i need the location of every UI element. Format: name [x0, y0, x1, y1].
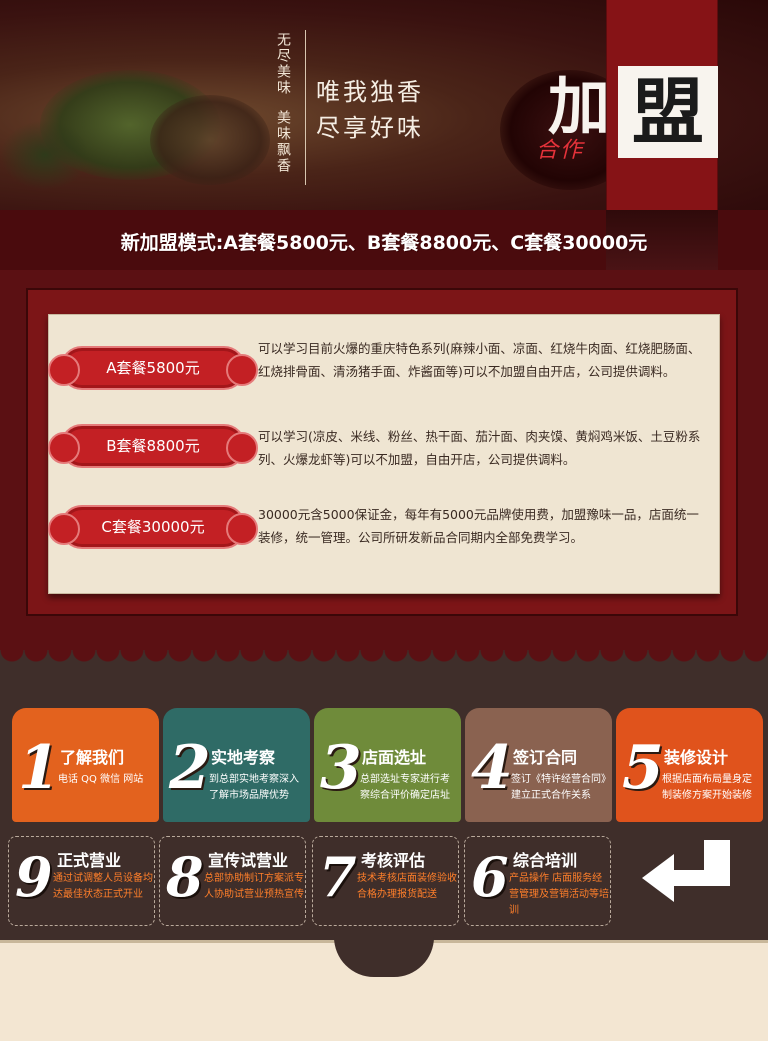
step-5-desc: 根据店面布局量身定制装修方案开始装修: [662, 774, 752, 801]
step-2-desc: 到总部实地考察深入了解市场品牌优势: [209, 774, 299, 801]
package-a-label: A套餐5800元: [106, 359, 200, 377]
step-4-desc: 签订《特许经营合同》建立正式合作关系: [511, 774, 606, 801]
logo-meng: 盟: [618, 66, 718, 158]
step-7-number: 7: [319, 845, 357, 909]
step-2-card: 2 实地考察 到总部实地考察深入了解市场品牌优势: [163, 708, 310, 822]
step-8-number: 8: [166, 845, 204, 909]
bottom-paper-edge: [0, 937, 768, 1041]
return-arrow-icon: [642, 840, 730, 902]
step-5-card: 5 装修设计 根据店面布局量身定制装修方案开始装修: [616, 708, 763, 822]
step-5-number: 5: [622, 733, 664, 803]
step-5-title: 装修设计: [664, 748, 729, 767]
step-1-card: 1 了解我们 电话 QQ 微信 网站: [12, 708, 159, 822]
step-2-number: 2: [169, 733, 211, 803]
step-4-card: 4 签订合同 签订《特许经营合同》建立正式合作关系: [465, 708, 612, 822]
step-4-crown: [465, 708, 612, 730]
scallop-border: [0, 650, 768, 674]
step-7-card: 7 考核评估 技术考核店面装修验收合格办理报货配送: [312, 836, 459, 926]
step-3-card: 3 店面选址 总部选址专家进行考察综合评价确定店址: [314, 708, 461, 822]
step-7-desc: 技术考核店面装修验收合格办理报货配送: [357, 873, 457, 900]
step-9-title: 正式营业: [57, 851, 122, 870]
step-8-desc: 总部协助制订方案派专人协助试营业预热宣传: [204, 873, 304, 900]
step-3-desc: 总部选址专家进行考察综合评价确定店址: [360, 774, 450, 801]
logo-hezuo: 合作: [536, 138, 585, 163]
banner-divider: [305, 30, 306, 185]
vertical-text-right: 美味飘香: [275, 110, 291, 174]
step-3-title: 店面选址: [362, 748, 427, 767]
package-b-label: B套餐8800元: [106, 437, 200, 455]
step-1-crown: [12, 708, 159, 730]
package-b-badge: B套餐8800元: [48, 424, 258, 468]
package-c-badge: C套餐30000元: [48, 505, 258, 549]
greens-decoration-small: [0, 120, 90, 190]
package-c-label: C套餐30000元: [101, 518, 205, 536]
headline: 新加盟模式:A套餐5800元、B套餐8800元、C套餐30000元: [120, 232, 648, 254]
step-4-number: 4: [471, 733, 513, 803]
step-4-title: 签订合同: [513, 748, 578, 767]
bottom-notch: [334, 937, 434, 977]
package-b-desc: 可以学习(凉皮、米线、粉丝、热干面、茄汁面、肉夹馍、黄焖鸡米饭、土豆粉系列、火爆…: [258, 429, 701, 467]
step-8-title: 宣传试营业: [208, 851, 289, 870]
step-5-crown: [616, 708, 763, 730]
package-a-desc: 可以学习目前火爆的重庆特色系列(麻辣小面、凉面、红烧牛肉面、红烧肥肠面、红烧排骨…: [258, 341, 701, 379]
step-6-number: 6: [471, 845, 509, 909]
step-1-title: 了解我们: [60, 748, 125, 767]
food-decoration: [150, 95, 270, 185]
vertical-text-left: 无尽美味: [275, 32, 291, 96]
step-2-crown: [163, 708, 310, 730]
step-6-title: 综合培训: [513, 851, 578, 870]
step-9-desc: 通过试调整人员设备均达最佳状态正式开业: [53, 873, 153, 900]
step-1-number: 1: [18, 733, 60, 803]
slogan-line-1: 唯我独香: [316, 78, 424, 106]
step-3-crown: [314, 708, 461, 730]
step-7-title: 考核评估: [361, 851, 426, 870]
step-2-title: 实地考察: [211, 748, 276, 767]
step-8-card: 8 宣传试营业 总部协助制订方案派专人协助试营业预热宣传: [159, 836, 306, 926]
step-9-card: 9 正式营业 通过试调整人员设备均达最佳状态正式开业: [8, 836, 155, 926]
step-6-card: 6 综合培训 产品操作 店面服务经营管理及营销活动等培训: [464, 836, 611, 926]
slogan-line-2: 尽享好味: [316, 114, 424, 142]
package-c-desc: 30000元含5000保证金，每年有5000元品牌使用费，加盟豫味一品，店面统一…: [258, 507, 699, 545]
package-a-badge: A套餐5800元: [48, 346, 258, 390]
step-1-desc: 电话 QQ 微信 网站: [58, 774, 144, 785]
step-9-number: 9: [15, 845, 53, 909]
step-6-desc: 产品操作 店面服务经营管理及营销活动等培训: [509, 873, 609, 916]
step-3-number: 3: [320, 733, 362, 803]
